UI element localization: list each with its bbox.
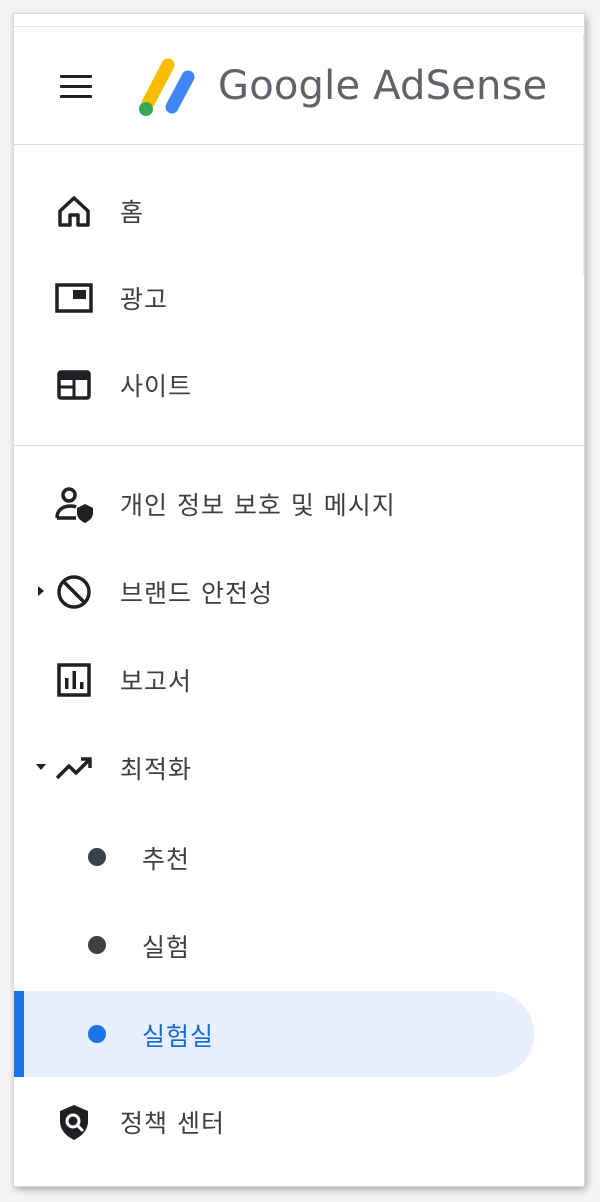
section-divider <box>14 445 584 446</box>
nav-label: 브랜드 안전성 <box>120 579 273 608</box>
nav-label: 실험실 <box>142 1022 215 1051</box>
brand-wordmark[interactable]: Google AdSense <box>218 63 547 109</box>
nav-label: 정책 센터 <box>120 1109 225 1138</box>
sidebar-panel: Google AdSense 홈 광고 사이트 개인 정보 보호 및 메시지 브… <box>14 14 584 1186</box>
nav-label: 최적화 <box>120 755 193 784</box>
menu-icon <box>60 75 92 78</box>
nav-item-privacy-messaging[interactable]: 개인 정보 보호 및 메시지 <box>14 460 584 546</box>
expand-caret-icon[interactable] <box>34 584 48 598</box>
main-menu-button[interactable] <box>58 73 94 99</box>
nav-subitem-recommendations[interactable]: 추천 <box>14 814 584 900</box>
active-indicator <box>14 991 24 1077</box>
nav-item-home[interactable]: 홈 <box>14 167 584 253</box>
nav-subitem-experiments[interactable]: 실험 <box>14 902 584 988</box>
adsense-logo-icon <box>139 58 195 116</box>
nav-subitem-labs[interactable]: 실험실 <box>14 991 584 1077</box>
brand-product: AdSense <box>373 63 548 109</box>
sites-icon <box>57 370 91 400</box>
trending-up-icon <box>55 757 92 780</box>
nav-item-policy-center[interactable]: 정책 센터 <box>14 1078 584 1164</box>
collapse-caret-icon[interactable] <box>34 760 48 774</box>
nav-label: 추천 <box>142 845 191 874</box>
nav-label: 홈 <box>120 198 145 227</box>
nav-item-optimization[interactable]: 최적화 <box>14 724 584 810</box>
nav-label: 보고서 <box>120 667 193 696</box>
ads-icon <box>55 283 93 313</box>
bullet-icon <box>88 848 106 866</box>
bar-chart-icon <box>57 663 91 697</box>
header: Google AdSense <box>14 27 584 145</box>
nav-label: 광고 <box>120 285 169 314</box>
nav-label: 사이트 <box>120 372 193 401</box>
nav-item-ads[interactable]: 광고 <box>14 254 584 340</box>
home-icon <box>58 196 90 227</box>
bullet-icon <box>88 1025 106 1043</box>
nav-item-brand-safety[interactable]: 브랜드 안전성 <box>14 548 584 634</box>
nav-item-sites[interactable]: 사이트 <box>14 341 584 427</box>
nav-label: 개인 정보 보호 및 메시지 <box>120 491 396 520</box>
nav-item-reports[interactable]: 보고서 <box>14 636 584 722</box>
bullet-icon <box>88 936 106 954</box>
header-divider <box>14 144 584 145</box>
nav-label: 실험 <box>142 933 191 962</box>
block-icon <box>57 575 91 609</box>
policy-center-icon <box>60 1105 88 1140</box>
brand-google: Google <box>218 63 361 109</box>
privacy-messaging-icon <box>55 487 93 523</box>
